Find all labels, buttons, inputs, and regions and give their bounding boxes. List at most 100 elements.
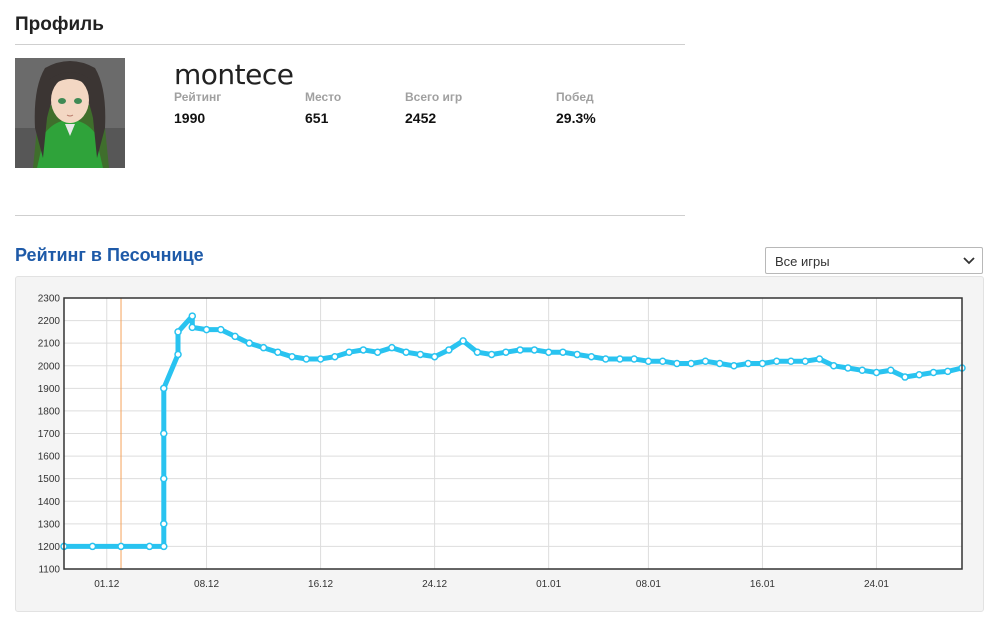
- stat-label: Побед: [556, 90, 594, 104]
- rating-point: [202, 325, 211, 334]
- rating-point: [502, 348, 510, 356]
- divider: [15, 44, 685, 45]
- rating-point: [858, 366, 866, 375]
- chevron-down-icon: [963, 257, 975, 265]
- y-tick-label: 2100: [38, 339, 61, 350]
- rating-point: [701, 357, 710, 365]
- rating-point: [544, 348, 553, 356]
- stat-value: 651: [305, 110, 329, 126]
- stat-label: Рейтинг: [174, 90, 222, 104]
- rating-point: [687, 359, 695, 368]
- rating-point: [801, 357, 809, 365]
- y-tick-label: 2200: [38, 316, 61, 327]
- rating-point: [117, 542, 125, 551]
- y-tick-label: 1600: [38, 452, 61, 463]
- rating-point: [388, 343, 396, 352]
- rating-point: [943, 367, 952, 376]
- x-tick-label: 08.01: [636, 579, 661, 590]
- rating-point: [160, 474, 168, 483]
- rating-point: [929, 368, 938, 377]
- y-tick-label: 1700: [38, 429, 61, 440]
- rating-point: [302, 355, 311, 363]
- rating-point: [516, 346, 524, 354]
- rating-point: [174, 350, 182, 359]
- y-tick-label: 1200: [38, 542, 61, 553]
- x-tick-label: 16.01: [750, 579, 775, 590]
- rating-point: [160, 384, 168, 393]
- profile-title: Профиль: [15, 14, 104, 35]
- rating-point: [772, 357, 781, 365]
- rating-point: [174, 328, 182, 336]
- rating-point: [459, 337, 467, 345]
- stat-wins: Побед 29.3%: [556, 90, 596, 126]
- rating-point: [730, 362, 738, 370]
- rating-point: [331, 352, 339, 361]
- rating-point: [259, 343, 268, 352]
- rating-point: [587, 352, 596, 361]
- rating-point: [430, 352, 439, 361]
- y-tick-label: 1100: [38, 565, 60, 576]
- x-tick-label: 16.12: [308, 579, 333, 590]
- rating-point: [758, 359, 767, 368]
- rating-chart: 2300 2200 2100 2000 1900 1800 1700 1600 1500 1400…: [15, 276, 984, 612]
- rating-point: [416, 350, 425, 359]
- x-tick-label: 24.12: [422, 579, 447, 590]
- rating-point: [901, 373, 909, 381]
- rating-point: [402, 348, 410, 356]
- rating-point: [915, 371, 923, 379]
- rating-point: [787, 357, 795, 365]
- rating-point: [573, 350, 581, 359]
- rating-point: [345, 348, 353, 356]
- rating-point: [359, 346, 368, 354]
- stat-total-games: Всего игр 2452: [405, 90, 462, 126]
- y-tick-label: 1300: [38, 519, 61, 530]
- x-tick-label: 01.01: [536, 579, 561, 590]
- stat-value: 29.3%: [556, 110, 596, 126]
- rating-point: [487, 350, 496, 359]
- username: montece: [174, 58, 294, 91]
- rating-point: [829, 362, 838, 370]
- y-tick-label: 1900: [38, 384, 61, 395]
- rating-point: [673, 359, 681, 368]
- games-filter-value: Все игры: [775, 254, 830, 269]
- rating-point: [231, 332, 239, 341]
- avatar-image: [15, 58, 125, 168]
- stat-label: Всего игр: [405, 90, 463, 104]
- rating-point: [217, 325, 225, 334]
- rating-point: [316, 355, 325, 363]
- rating-point: [188, 323, 197, 332]
- rating-point: [145, 542, 154, 551]
- x-tick-label: 01.12: [94, 579, 119, 590]
- rating-point: [844, 364, 852, 372]
- rating-point: [744, 359, 752, 368]
- stat-label: Место: [305, 90, 342, 104]
- rating-point: [601, 355, 610, 363]
- y-tick-label: 1800: [38, 406, 61, 417]
- rating-point: [658, 357, 667, 365]
- rating-point: [616, 355, 624, 363]
- rating-point: [188, 312, 197, 320]
- stat-rating: Рейтинг 1990: [174, 90, 221, 126]
- x-tick-label: 24.01: [864, 579, 889, 590]
- rating-point: [160, 429, 168, 438]
- avatar: [15, 58, 125, 168]
- rating-point: [715, 359, 724, 368]
- y-tick-label: 1500: [38, 474, 61, 485]
- rating-chart-svg: 2300 2200 2100 2000 1900 1800 1700 1600 1500 1400…: [38, 294, 966, 590]
- rating-point: [473, 348, 482, 356]
- divider: [15, 215, 685, 216]
- y-tick-label: 2300: [38, 294, 61, 305]
- x-tick-label: 08.12: [194, 579, 219, 590]
- rating-point: [445, 346, 453, 354]
- stat-value: 2452: [405, 110, 437, 126]
- y-tick-label: 1400: [38, 497, 61, 508]
- rating-point: [88, 542, 97, 551]
- rating-point: [644, 357, 653, 365]
- stat-place: Место 651: [305, 90, 341, 126]
- rating-section-title: Рейтинг в Песочнице: [15, 245, 204, 265]
- rating-point: [815, 355, 824, 363]
- rating-point: [872, 368, 881, 377]
- rating-point: [274, 348, 282, 356]
- rating-point: [288, 352, 296, 361]
- games-filter-select[interactable]: Все игры: [765, 247, 983, 274]
